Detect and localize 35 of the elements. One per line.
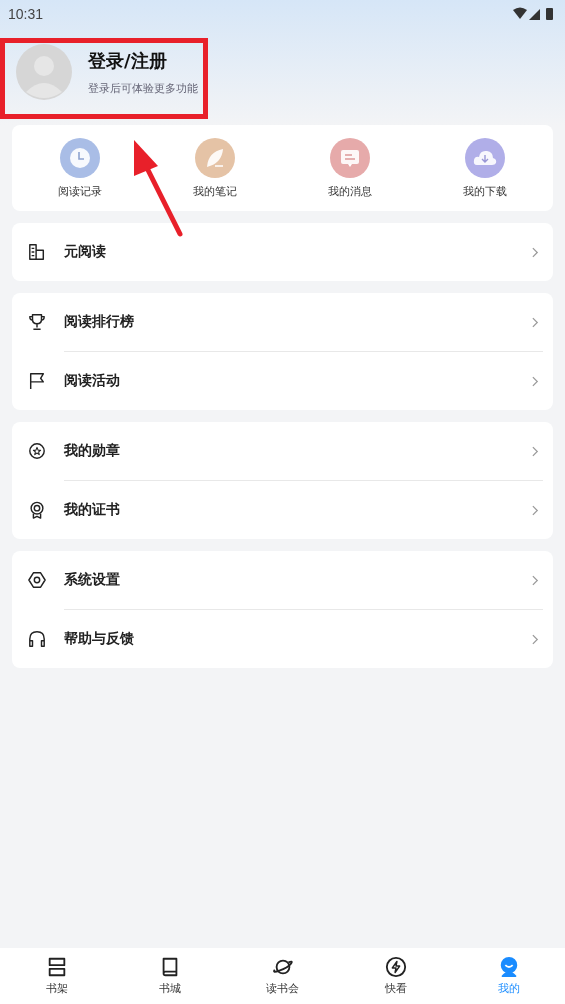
menu-item[interactable]: 我的证书 (12, 481, 553, 539)
chevron-right-icon (532, 445, 539, 457)
menu-item[interactable]: 系统设置 (12, 551, 553, 609)
menu-item[interactable]: 我的勋章 (12, 422, 553, 480)
avatar (16, 44, 72, 100)
menu-item[interactable]: 元阅读 (12, 223, 553, 281)
star-badge-icon (28, 442, 46, 460)
shortcut-button[interactable]: 我的下载 (417, 137, 553, 199)
certificate-icon (28, 501, 46, 519)
tab[interactable]: 书城 (113, 948, 226, 1004)
tab[interactable]: 我的 (452, 948, 565, 1004)
headphones-icon (28, 630, 46, 648)
chevron-right-icon (532, 504, 539, 516)
flag-icon (28, 372, 46, 390)
status-time: 10:31 (8, 6, 44, 22)
menu-item[interactable]: 阅读活动 (12, 352, 553, 410)
chevron-right-icon (532, 574, 539, 586)
building-icon (28, 243, 46, 261)
lightning-icon (384, 956, 407, 978)
shortcut-button[interactable]: 我的笔记 (147, 137, 283, 199)
menu-item[interactable]: 阅读排行榜 (12, 293, 553, 351)
settings-icon (28, 571, 46, 589)
trophy-icon (28, 313, 46, 331)
tab[interactable]: 书架 (0, 948, 113, 1004)
login-register-link[interactable]: 登录/注册 (88, 48, 198, 73)
chevron-right-icon (532, 316, 539, 328)
chevron-right-icon (532, 375, 539, 387)
shortcut-button[interactable]: 我的消息 (282, 137, 418, 199)
tab[interactable]: 快看 (339, 948, 452, 1004)
tab[interactable]: 读书会 (226, 948, 339, 1004)
chevron-right-icon (532, 246, 539, 258)
menu-item[interactable]: 帮助与反馈 (12, 610, 553, 668)
status-icons (513, 7, 555, 21)
login-hint: 登录后可体验更多功能 (88, 80, 198, 96)
chevron-right-icon (532, 633, 539, 645)
